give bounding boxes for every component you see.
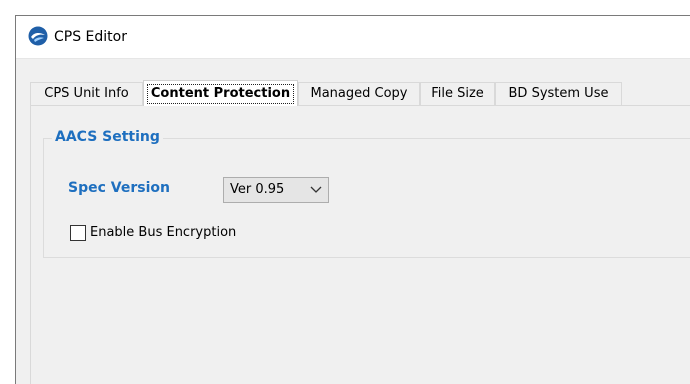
tab-label: CPS Unit Info xyxy=(44,86,129,101)
tab-cps-unit-info[interactable]: CPS Unit Info xyxy=(30,82,143,105)
title-bar[interactable]: CPS Editor xyxy=(16,16,690,59)
bus-encryption-checkbox[interactable] xyxy=(70,225,86,241)
tab-label: Managed Copy xyxy=(310,86,408,101)
spec-version-value: Ver 0.95 xyxy=(230,182,285,197)
tab-content-protection[interactable]: Content Protection xyxy=(143,80,298,106)
tab-label: BD System Use xyxy=(508,86,609,101)
cps-editor-app-icon xyxy=(28,26,48,46)
aacs-setting-group: AACS Setting Spec Version Ver 0.95 Enabl… xyxy=(43,129,690,258)
spec-version-label: Spec Version xyxy=(68,180,170,196)
window-title: CPS Editor xyxy=(54,29,127,45)
tab-file-size[interactable]: File Size xyxy=(420,82,495,105)
tab-label: File Size xyxy=(431,86,484,101)
tab-bd-system-use[interactable]: BD System Use xyxy=(495,82,622,105)
tab-label: Content Protection xyxy=(150,86,291,101)
bus-encryption-label[interactable]: Enable Bus Encryption xyxy=(90,225,236,240)
tab-managed-copy[interactable]: Managed Copy xyxy=(298,82,420,105)
cps-editor-window: CPS Editor CPS Unit Info Content Protect… xyxy=(15,15,690,384)
tab-focus-outline: Content Protection xyxy=(147,84,294,104)
chevron-down-icon xyxy=(310,186,322,193)
content-protection-panel: AACS Setting Spec Version Ver 0.95 Enabl… xyxy=(30,105,690,384)
aacs-setting-title: AACS Setting xyxy=(52,129,163,145)
spec-version-dropdown[interactable]: Ver 0.95 xyxy=(223,177,329,203)
